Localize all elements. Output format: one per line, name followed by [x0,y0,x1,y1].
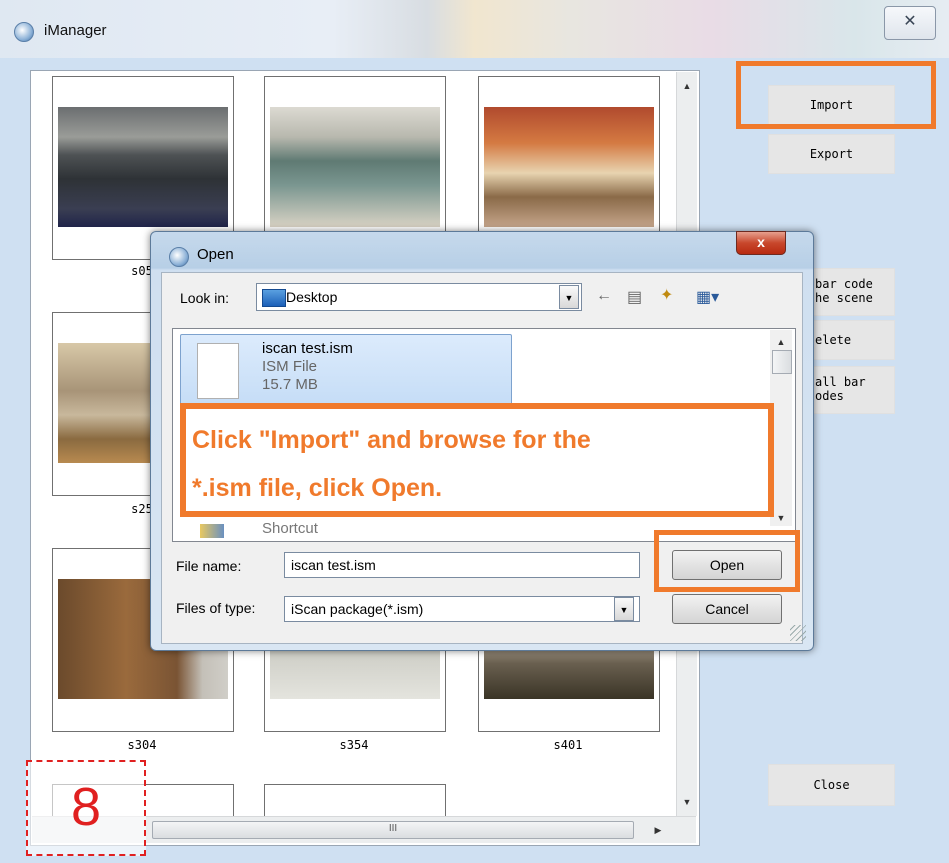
step-number: 8 [70,777,102,837]
file-name-input[interactable]: iscan test.ism [284,552,640,578]
delete-label: elete [815,333,852,347]
resize-grip-icon[interactable] [790,625,806,641]
view-menu-icon[interactable]: ▦▾ [696,287,719,307]
export-button[interactable]: Export [768,134,895,174]
bar-code-label-line1: bar code [815,277,873,291]
kitchen-image [270,107,440,227]
look-in-value: Desktop [286,289,338,305]
kitchen-image [58,107,228,227]
scene-caption: s401 [553,738,583,752]
chevron-down-icon[interactable]: ▼ [559,285,579,309]
scroll-right-arrow-icon[interactable]: ▶ [650,822,666,838]
new-folder-icon[interactable]: ✦ [660,285,673,305]
file-list-scroll-thumb[interactable] [772,350,792,374]
app-icon [14,22,34,42]
scroll-down-arrow-icon[interactable]: ▼ [773,510,789,526]
scroll-up-arrow-icon[interactable]: ▲ [679,78,695,94]
import-highlight-box [736,61,936,129]
shortcut-item-label: Shortcut [262,520,318,537]
cancel-button[interactable]: Cancel [672,594,782,624]
scroll-down-arrow-icon[interactable]: ▼ [679,794,695,810]
open-highlight-box [654,530,800,592]
bar-code-label-line2: he scene [815,291,873,305]
back-arrow-icon[interactable]: ← [596,287,612,305]
shortcut-icon [200,524,224,538]
window-close-button[interactable]: ✕ [884,6,936,40]
desktop-icon [262,289,286,307]
files-of-type-select[interactable]: iScan package(*.ism) [284,596,640,622]
instruction-text: Click "Import" and browse for the *.ism … [192,416,772,512]
files-of-type-label: Files of type: [176,600,256,616]
scene-caption: s304 [127,738,157,752]
scene-caption: s354 [339,738,369,752]
title-bar [0,0,949,58]
chevron-down-icon[interactable]: ▼ [614,597,634,621]
scroll-up-arrow-icon[interactable]: ▲ [773,334,789,350]
file-item-type: ISM File [262,358,318,375]
dialog-title: Open [197,246,234,263]
file-item-name: iscan test.ism [262,340,353,357]
bedroom-image [484,107,654,227]
dialog-close-button[interactable]: x [736,231,786,255]
dialog-icon [169,247,189,267]
file-item-size: 15.7 MB [262,376,318,393]
all-bar-label-line2: odes [815,389,844,403]
instruction-line1: Click "Import" and browse for the [192,426,591,454]
window-title: iManager [44,22,107,39]
up-folder-icon[interactable]: ▤ [627,287,642,307]
look-in-label: Look in: [180,290,230,306]
horizontal-scroll-thumb[interactable]: III [152,821,634,839]
close-button[interactable]: Close [768,764,895,806]
file-icon [197,343,239,399]
instruction-line2: *.ism file, click Open. [192,474,443,502]
file-name-label: File name: [176,558,242,574]
all-bar-label-line1: all bar [815,375,866,389]
